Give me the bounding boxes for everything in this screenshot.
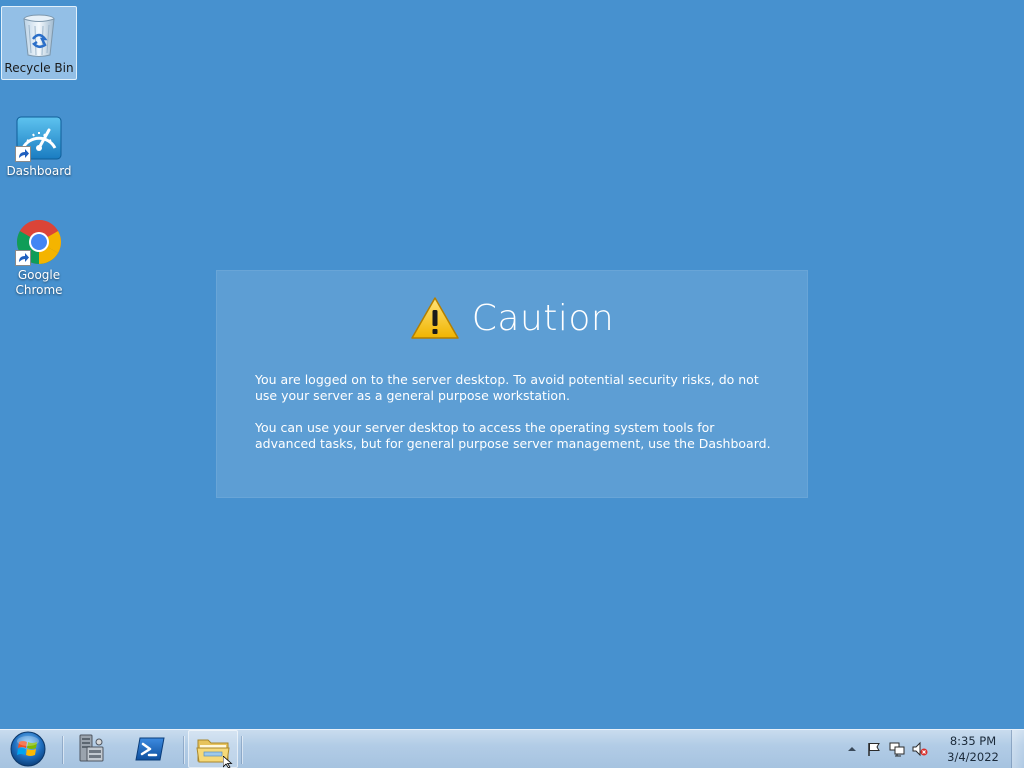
- clock-time: 8:35 PM: [949, 734, 997, 748]
- desktop: Recycle Bin Dashboard Google Chrome Caut…: [0, 0, 1024, 729]
- chrome-icon: [15, 218, 63, 266]
- caution-message-1: You are logged on to the server desktop.…: [255, 372, 759, 403]
- icon-label: Google Chrome: [15, 268, 63, 297]
- volume-muted-icon[interactable]: [912, 741, 928, 757]
- desktop-icon-google-chrome[interactable]: Google Chrome: [1, 214, 77, 301]
- folder-icon: [196, 739, 230, 763]
- recycle-bin-icon: [15, 11, 63, 59]
- caution-header: Caution: [217, 293, 807, 343]
- shortcut-arrow-icon: [15, 146, 31, 162]
- show-desktop-button[interactable]: [1011, 730, 1024, 768]
- windows-explorer-button[interactable]: [188, 730, 238, 768]
- caution-panel: Caution You are logged on to the server …: [216, 270, 808, 498]
- shortcut-arrow-icon: [15, 250, 31, 266]
- desktop-icon-dashboard[interactable]: Dashboard: [1, 110, 77, 182]
- clock[interactable]: 8:35 PM 3/4/2022: [940, 733, 1006, 765]
- windows-logo-icon: [10, 731, 46, 767]
- start-button[interactable]: [2, 730, 54, 768]
- caution-title: Caution: [471, 297, 615, 339]
- desktop-icon-recycle-bin[interactable]: Recycle Bin: [1, 6, 77, 80]
- system-tray: [838, 730, 948, 768]
- powershell-icon: [135, 737, 165, 761]
- server-manager-button[interactable]: [66, 730, 114, 768]
- clock-date: 3/4/2022: [947, 750, 999, 764]
- dashboard-icon: [15, 114, 63, 162]
- icon-label: Dashboard: [6, 164, 72, 178]
- taskbar-separator: [62, 736, 63, 764]
- taskbar: 8:35 PM 3/4/2022: [0, 729, 1024, 768]
- caution-message-2: You can use your server desktop to acces…: [255, 420, 771, 451]
- server-manager-icon: [79, 734, 104, 762]
- taskbar-separator: [183, 736, 184, 764]
- action-center-flag-icon[interactable]: [866, 741, 882, 757]
- taskbar-separator: [241, 736, 242, 764]
- network-icon[interactable]: [889, 741, 905, 757]
- warning-icon: [411, 297, 459, 339]
- powershell-button[interactable]: [126, 730, 174, 768]
- icon-label: Recycle Bin: [4, 61, 74, 75]
- chevron-up-icon[interactable]: [844, 741, 860, 757]
